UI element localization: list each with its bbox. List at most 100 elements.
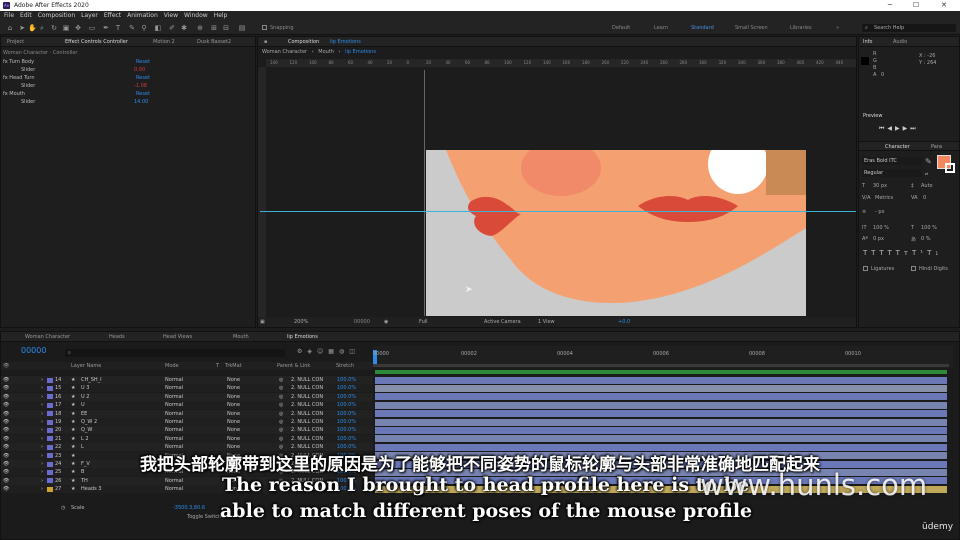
parent-select[interactable]: 2. NULL CON: [291, 401, 323, 409]
kerning-value[interactable]: Metrics: [875, 195, 893, 201]
stretch-value[interactable]: 100.0%: [337, 401, 356, 409]
layer-row[interactable]: 👁 › 21 ★ L 2 Normal None ◎ 2. NULL CON 100.0%: [1, 434, 373, 443]
tab-audio[interactable]: Audio: [893, 37, 907, 47]
pickwhip-icon[interactable]: ◎: [279, 401, 283, 409]
column-mode[interactable]: Mode: [165, 362, 179, 370]
close-button[interactable]: ✕: [934, 0, 954, 11]
expand-twirl-icon[interactable]: ›: [41, 477, 43, 485]
workspace-libraries[interactable]: Libraries: [790, 25, 812, 31]
graph-editor-icon[interactable]: ◫: [349, 348, 360, 355]
font-size-value[interactable]: 30 px: [873, 183, 887, 189]
mode-select[interactable]: Normal: [165, 410, 183, 418]
timeline-tab-head-views[interactable]: Head Views: [163, 332, 192, 342]
superscript-icon[interactable]: T¹: [912, 249, 927, 257]
expand-twirl-icon[interactable]: ›: [41, 401, 43, 409]
parent-select[interactable]: 2. NULL CON: [291, 426, 323, 434]
home-icon[interactable]: ⌂: [6, 24, 14, 32]
parent-select[interactable]: 2. NULL CON: [291, 393, 323, 401]
column-stretch[interactable]: Stretch: [336, 362, 354, 370]
mode-select[interactable]: Normal: [165, 401, 183, 409]
tab-character[interactable]: Character: [885, 144, 910, 150]
layer-duration-bar[interactable]: [375, 401, 947, 409]
tab-dusk-basset2[interactable]: Dusk Basset2: [197, 37, 231, 47]
tab-project[interactable]: Project: [7, 37, 24, 47]
pickwhip-icon[interactable]: ◎: [279, 418, 283, 426]
breadcrumb-lip-emotions[interactable]: lip Emotions: [345, 49, 376, 55]
stretch-value[interactable]: 100.0%: [337, 410, 356, 418]
tab-motion-2[interactable]: Motion 2: [153, 37, 175, 47]
camera-tool-icon[interactable]: ▣: [62, 24, 70, 32]
stretch-value[interactable]: 100.0%: [337, 418, 356, 426]
slider-row[interactable]: Slider 0.00: [3, 66, 243, 74]
menu-file[interactable]: File: [4, 11, 14, 21]
expand-twirl-icon[interactable]: ›: [41, 426, 43, 434]
column-trkmat[interactable]: TrkMat: [225, 362, 242, 370]
timeline-timecode[interactable]: 00000: [21, 346, 46, 355]
column-parent-link[interactable]: Parent & Link: [277, 362, 310, 370]
trkmat-select[interactable]: None: [227, 401, 240, 409]
column-t[interactable]: T: [216, 362, 219, 370]
toggle-switches-label[interactable]: Toggle Switch: [187, 514, 221, 520]
vertical-guide-line[interactable]: [424, 70, 425, 316]
mode-select[interactable]: Normal: [165, 477, 183, 485]
pickwhip-icon[interactable]: ◎: [279, 376, 283, 384]
trkmat-select[interactable]: None: [227, 384, 240, 392]
font-style-select[interactable]: Regular: [862, 169, 922, 177]
hand-tool-icon[interactable]: ✋: [28, 24, 37, 32]
layer-row[interactable]: 👁 › 19 ★ Q_W 2 Normal None ◎ 2. NULL CON 100.0%: [1, 418, 373, 426]
slider-row[interactable]: Slider 14.00: [3, 98, 243, 106]
work-area-bar[interactable]: [373, 364, 949, 367]
horizontal-guide-line[interactable]: [260, 211, 856, 212]
breadcrumb-mouth[interactable]: Mouth: [318, 49, 334, 55]
stretch-value[interactable]: 100.0%: [337, 376, 356, 384]
faux-bold-icon[interactable]: T: [863, 249, 871, 257]
breadcrumb-woman-character[interactable]: Woman Character: [262, 49, 307, 55]
timeline-tab-heads[interactable]: Heads: [109, 332, 125, 342]
subscript-icon[interactable]: T₁: [927, 249, 942, 257]
rotate-tool-icon[interactable]: ↻: [50, 24, 58, 32]
label-color-chip[interactable]: [47, 411, 53, 417]
zoom-select[interactable]: 200%: [294, 317, 308, 327]
effect-row-head-turn[interactable]: fx Head Turn Reset: [3, 74, 243, 82]
timeline-tab-woman-character[interactable]: Woman Character: [25, 332, 70, 342]
parent-select[interactable]: 2. NULL CON: [291, 435, 323, 443]
font-family-select[interactable]: Eras Bold ITC: [862, 157, 922, 165]
ligatures-checkbox[interactable]: [863, 266, 868, 271]
pickwhip-icon[interactable]: ◎: [279, 426, 283, 434]
layer-name[interactable]: TH: [81, 477, 88, 485]
menu-help[interactable]: Help: [214, 11, 228, 21]
layer-name[interactable]: Q_W 2: [81, 418, 97, 426]
layer-row[interactable]: 👁 › 20 ★ Q_W Normal None ◎ 2. NULL CON 100.0%: [1, 426, 373, 435]
anchor-tool-icon[interactable]: ✥: [74, 24, 82, 32]
label-color-chip[interactable]: [47, 402, 53, 408]
reset-link[interactable]: Reset: [136, 74, 150, 82]
tab-paragraph[interactable]: Para: [931, 144, 942, 150]
trkmat-select[interactable]: None: [227, 426, 240, 434]
workspace-standard[interactable]: Standard: [691, 25, 714, 31]
mode-select[interactable]: Normal: [165, 376, 183, 384]
puppet-tool-icon[interactable]: ✱: [180, 24, 188, 32]
tab-info[interactable]: Info: [863, 37, 872, 47]
layer-row[interactable]: 👁 › 15 ★ U 3 Normal None ◎ 2. NULL CON 100.0%: [1, 384, 373, 393]
visibility-toggle-icon[interactable]: 👁: [3, 477, 9, 485]
expand-twirl-icon[interactable]: ›: [41, 376, 43, 384]
vertical-scale-value[interactable]: 100 %: [873, 225, 889, 231]
expand-twirl-icon[interactable]: ›: [41, 418, 43, 426]
label-color-chip[interactable]: [47, 385, 53, 391]
horizontal-scale-value[interactable]: 100 %: [921, 225, 937, 231]
exposure-value[interactable]: +0.0: [618, 317, 630, 327]
reset-link[interactable]: Reset: [136, 90, 150, 98]
mode-select[interactable]: Normal: [165, 393, 183, 401]
comp-flowchart-icon[interactable]: ⚙: [297, 348, 307, 355]
layer-name[interactable]: Q_W: [81, 426, 92, 434]
stretch-value[interactable]: 100.0%: [337, 426, 356, 434]
swap-colors-icon[interactable]: ⇄: [925, 171, 928, 176]
label-color-chip[interactable]: [47, 427, 53, 433]
composition-canvas[interactable]: [426, 150, 806, 316]
trkmat-select[interactable]: None: [227, 435, 240, 443]
expand-twirl-icon[interactable]: ›: [41, 410, 43, 418]
expand-twirl-icon[interactable]: ›: [41, 384, 43, 392]
menu-edit[interactable]: Edit: [20, 11, 32, 21]
pickwhip-icon[interactable]: ◎: [279, 384, 283, 392]
mode-select[interactable]: Normal: [165, 418, 183, 426]
